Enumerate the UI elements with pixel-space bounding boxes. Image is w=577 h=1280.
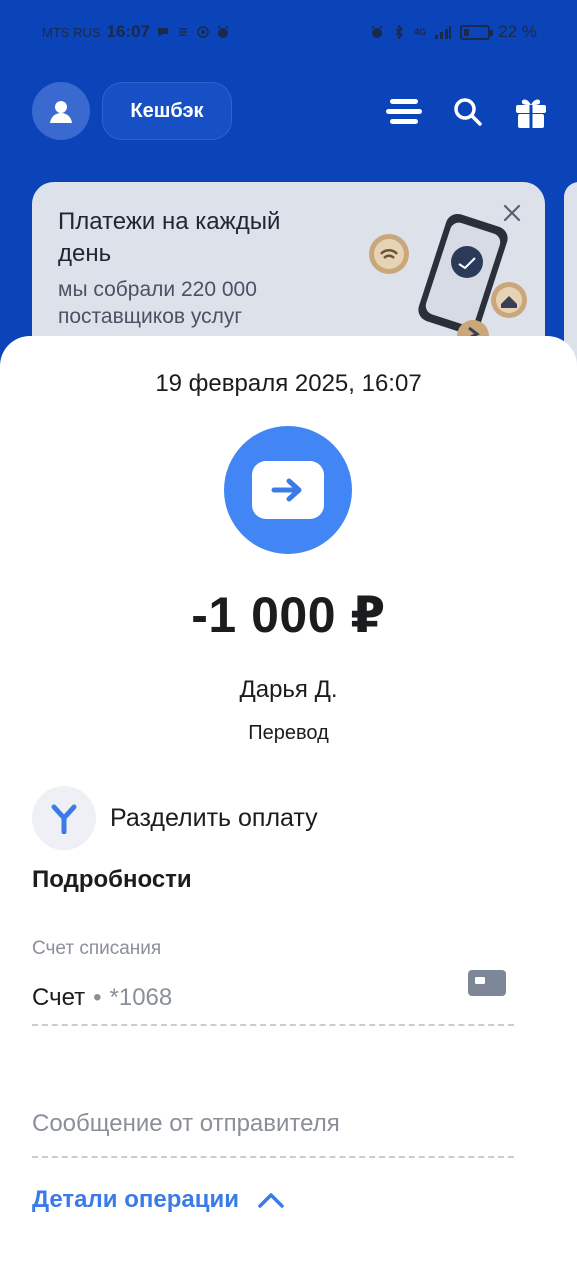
profile-icon: [50, 101, 72, 123]
cashback-button[interactable]: Кешбэк: [102, 82, 232, 140]
gift-icon: [516, 99, 546, 128]
transaction-type-badge: [224, 426, 352, 554]
operation-details-toggle[interactable]: Детали операции: [32, 1186, 285, 1214]
clock: 16:07: [106, 22, 150, 41]
profile-button[interactable]: [32, 82, 90, 140]
account-name: Счет: [32, 984, 86, 1011]
split-icon: [51, 804, 77, 834]
account-separator: •: [93, 984, 102, 1011]
status-bar: MTS RUS 16:07 4G 22 %: [0, 0, 577, 64]
transaction-type: Перевод: [248, 722, 329, 744]
bluetooth-icon: [395, 25, 404, 39]
transfer-arrow-icon: [271, 478, 302, 502]
card-icon: [468, 970, 506, 996]
signal-icon: [435, 26, 452, 39]
debit-account-value[interactable]: Счет • *1068: [32, 984, 172, 1012]
chevron-up-icon: [258, 1193, 284, 1208]
divider: [32, 1156, 514, 1158]
recipient-name: Дарья Д.: [239, 676, 338, 703]
account-number: *1068: [109, 984, 173, 1011]
split-payment-button[interactable]: Разделить оплату: [32, 786, 318, 850]
carrier-label: MTS RUS: [42, 24, 101, 40]
menu-button[interactable]: [386, 94, 422, 130]
notes-icon: [178, 28, 187, 36]
alarm-status-icon: [371, 25, 383, 38]
app-header: Кешбэк: [0, 80, 577, 142]
search-icon: [454, 98, 482, 126]
target-icon: [197, 26, 209, 38]
battery-icon: [460, 24, 494, 40]
promo-subtitle: мы собрали 220 000 поставщиков услуг: [58, 278, 257, 328]
battery-percent: 22 %: [498, 22, 537, 41]
gifts-button[interactable]: [513, 94, 549, 130]
split-payment-label: Разделить оплату: [110, 803, 318, 832]
divider: [32, 1024, 514, 1026]
debit-account-label: Счет списания: [32, 938, 162, 959]
chat-icon: [157, 28, 168, 37]
network-type-label: 4G: [414, 27, 427, 37]
operation-details-label: Детали операции: [32, 1186, 239, 1213]
search-button[interactable]: [450, 94, 486, 130]
details-heading: Подробности: [32, 866, 192, 893]
alarm-icon: [217, 25, 229, 38]
transaction-sheet: 19 февраля 2025, 16:07 -1 000 ₽ Дарья Д.…: [0, 336, 577, 1280]
promo-title: Платежи на каждый день: [58, 208, 281, 267]
menu-icon: [386, 99, 422, 124]
transaction-date: 19 февраля 2025, 16:07: [155, 370, 422, 397]
phone-illustration-icon: [369, 213, 527, 348]
transaction-amount: -1 000 ₽: [191, 587, 386, 643]
sender-message-field[interactable]: Сообщение от отправителя: [32, 1110, 340, 1138]
